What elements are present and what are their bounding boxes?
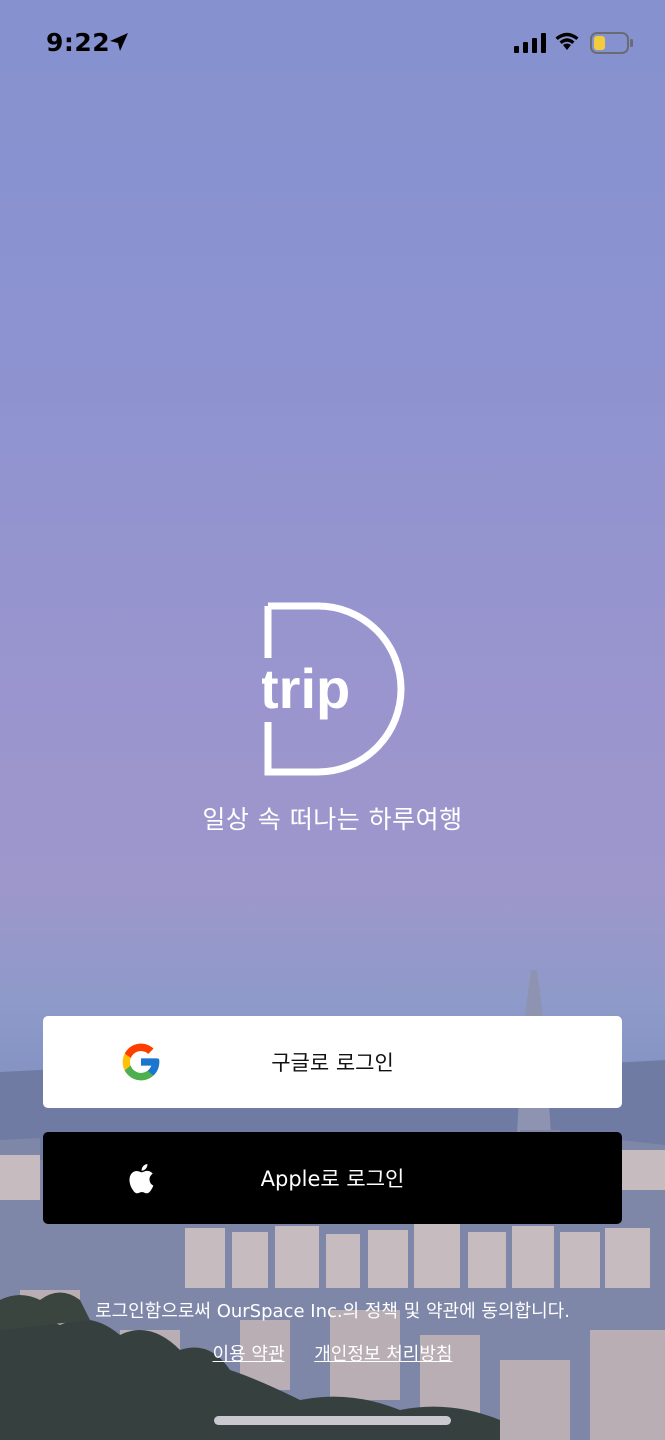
- login-screen: 9:22 trip 일상 속 떠나는 하루여행 구글로 로그인 Apple로 로…: [0, 0, 665, 1440]
- home-indicator[interactable]: [214, 1416, 451, 1425]
- cellular-signal-icon: [514, 33, 546, 53]
- google-login-button[interactable]: 구글로 로그인: [43, 1016, 622, 1108]
- google-login-label: 구글로 로그인: [271, 1051, 394, 1075]
- dtrip-logo: trip: [262, 602, 405, 776]
- legal-links: 이용 약관 개인정보 처리방침: [0, 1340, 665, 1366]
- battery-low-icon: [590, 32, 633, 54]
- terms-of-use-link[interactable]: 이용 약관: [213, 1344, 285, 1365]
- wifi-icon: [555, 32, 579, 50]
- apple-icon: [129, 1164, 154, 1194]
- apple-login-label: Apple로 로그인: [260, 1167, 405, 1191]
- logo-text: trip: [262, 657, 350, 720]
- legal-consent-text: 로그인함으로써 OurSpace Inc.의 정책 및 약관에 동의합니다.: [95, 1301, 570, 1322]
- status-bar: 9:22: [0, 0, 665, 86]
- privacy-policy-link[interactable]: 개인정보 처리방침: [314, 1344, 452, 1365]
- location-arrow-icon: [110, 33, 128, 51]
- tagline: 일상 속 떠나는 하루여행: [202, 805, 463, 834]
- status-time: 9:22: [46, 28, 111, 57]
- apple-login-button[interactable]: Apple로 로그인: [43, 1132, 622, 1224]
- google-icon: [122, 1043, 160, 1081]
